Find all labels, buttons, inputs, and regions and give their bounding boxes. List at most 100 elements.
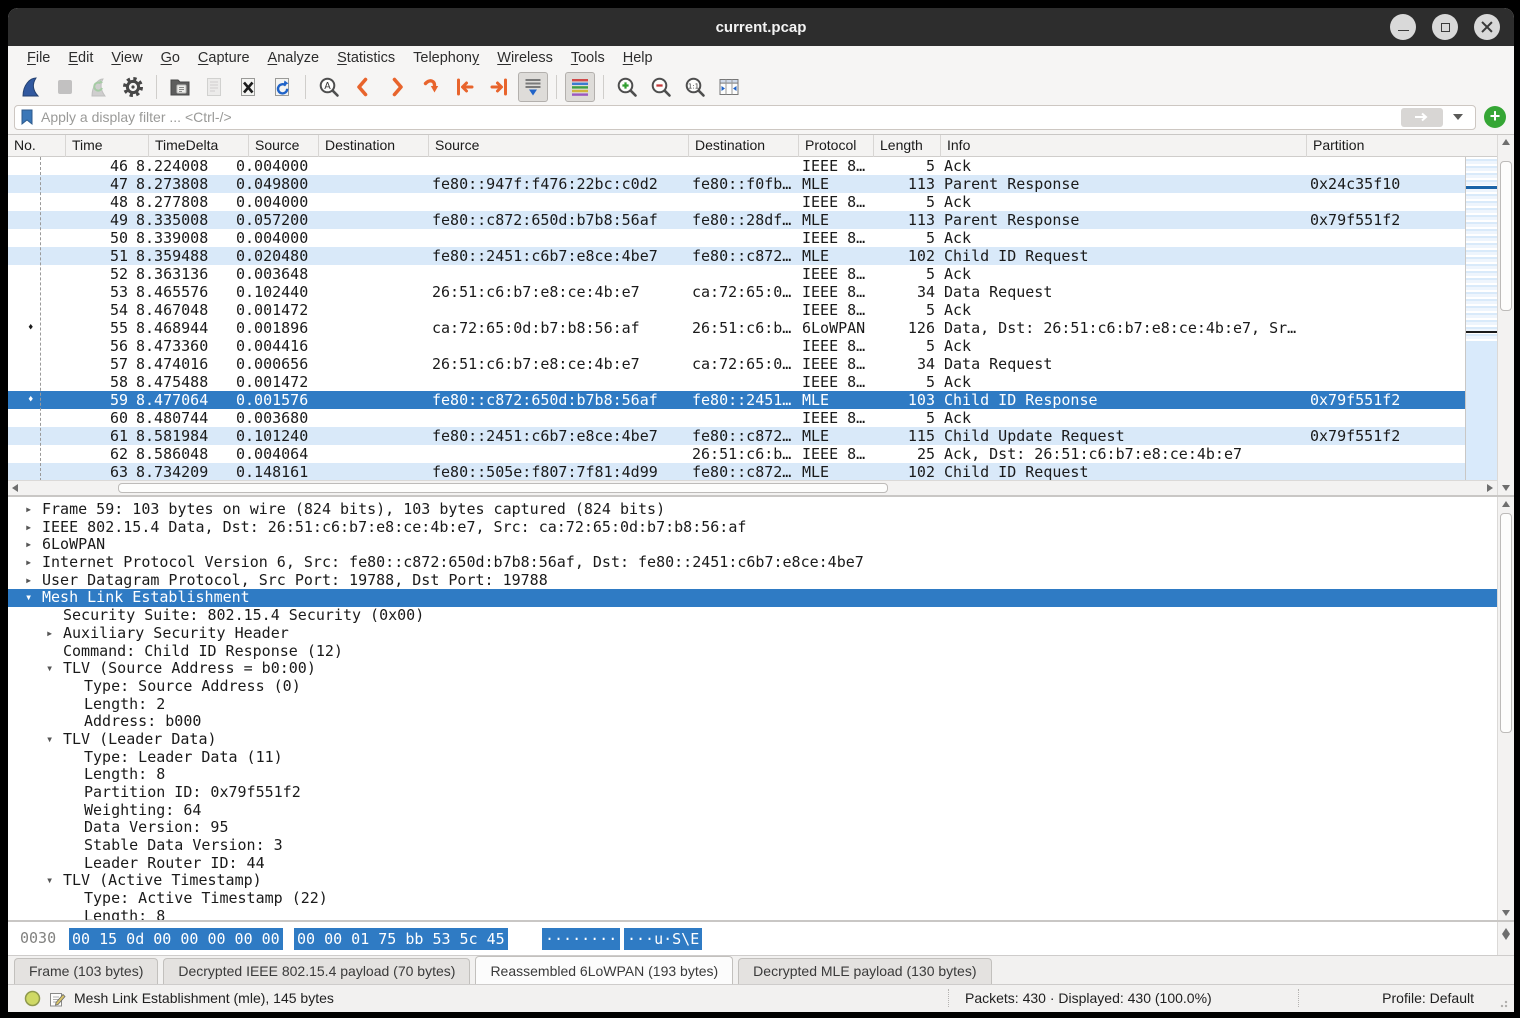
- capture-options-icon[interactable]: [118, 72, 148, 102]
- expert-info-icon[interactable]: [24, 990, 41, 1010]
- bookmark-icon[interactable]: [19, 108, 35, 126]
- packet-row[interactable]: 49 8.335008 0.057200 fe80::c872:650d:b7b…: [8, 211, 1514, 229]
- capture-stop-icon[interactable]: [50, 72, 80, 102]
- go-forward-icon[interactable]: [382, 72, 412, 102]
- packet-list-header[interactable]: No.TimeTimeDeltaSourceDestinationSourceD…: [8, 135, 1514, 157]
- column-header[interactable]: Info: [940, 135, 970, 157]
- resize-grip[interactable]: [1500, 998, 1510, 1008]
- packet-row[interactable]: 46 8.224008 0.004000 IEEE 8… 5 Ack: [8, 157, 1514, 175]
- profile-status[interactable]: Profile: Default: [1382, 990, 1474, 1006]
- scroll-thumb[interactable]: [1500, 161, 1512, 311]
- column-header[interactable]: Time: [65, 135, 103, 157]
- packet-row[interactable]: 47 8.273808 0.049800 fe80::947f:f476:22b…: [8, 175, 1514, 193]
- filter-dropdown-caret[interactable]: [1453, 114, 1463, 120]
- auto-scroll-icon[interactable]: [518, 72, 548, 102]
- scroll-up-arrow[interactable]: [1498, 497, 1514, 511]
- menu-item[interactable]: Wireless: [488, 49, 562, 67]
- scroll-down-arrow[interactable]: [1498, 481, 1514, 495]
- packet-row[interactable]: 63 8.734209 0.148161 fe80::505e:f807:7f8…: [8, 463, 1514, 481]
- expand-arrow-icon[interactable]: ▾: [46, 872, 53, 890]
- packet-row[interactable]: 54 8.467048 0.001472 IEEE 8… 5 Ack: [8, 301, 1514, 319]
- packet-detail-row[interactable]: Type: Source Address (0): [8, 678, 1497, 696]
- column-header[interactable]: Source: [428, 135, 479, 157]
- menu-item[interactable]: Analyze: [259, 49, 329, 67]
- scroll-down-arrow[interactable]: [1498, 906, 1514, 920]
- hex-bytes-selected[interactable]: 00 15 0d 00 00 00 00 00: [69, 928, 283, 950]
- packet-detail-row[interactable]: ▾ Mesh Link Establishment: [8, 589, 1497, 607]
- expand-arrow-icon[interactable]: ▾: [46, 660, 53, 678]
- packet-row[interactable]: 56 8.473360 0.004416 IEEE 8… 5 Ack: [8, 337, 1514, 355]
- column-header[interactable]: No.: [8, 135, 36, 157]
- packet-row[interactable]: 61 8.581984 0.101240 fe80::2451:c6b7:e8c…: [8, 427, 1514, 445]
- bytes-tab[interactable]: Decrypted IEEE 802.15.4 payload (70 byte…: [163, 958, 470, 984]
- expand-arrow-icon[interactable]: ▾: [46, 731, 53, 749]
- file-save-icon[interactable]: [199, 72, 229, 102]
- zoom-out-icon[interactable]: [646, 72, 676, 102]
- packet-detail-row[interactable]: Address: b000: [8, 713, 1497, 731]
- apply-filter-button[interactable]: [1401, 108, 1443, 127]
- expand-arrow-icon[interactable]: ▸: [25, 572, 32, 590]
- packet-row[interactable]: ♦ 55 8.468944 0.001896 ca:72:65:0d:b7:b8…: [8, 319, 1514, 337]
- packet-detail-row[interactable]: Security Suite: 802.15.4 Security (0x00): [8, 607, 1497, 625]
- close-button[interactable]: [1474, 14, 1500, 40]
- menu-item[interactable]: Tools: [562, 49, 614, 67]
- packet-row[interactable]: 53 8.465576 0.102440 26:51:c6:b7:e8:ce:4…: [8, 283, 1514, 301]
- packet-row[interactable]: 51 8.359488 0.020480 fe80::2451:c6b7:e8c…: [8, 247, 1514, 265]
- menu-item[interactable]: Help: [614, 49, 662, 67]
- packet-detail-row[interactable]: ▸ Internet Protocol Version 6, Src: fe80…: [8, 554, 1497, 572]
- go-back-icon[interactable]: [348, 72, 378, 102]
- expand-arrow-icon[interactable]: ▾: [25, 589, 32, 607]
- expand-arrow-icon[interactable]: ▸: [25, 501, 32, 519]
- packet-row[interactable]: 50 8.339008 0.004000 IEEE 8… 5 Ack: [8, 229, 1514, 247]
- scroll-left-arrow[interactable]: [8, 481, 22, 495]
- scroll-down-arrow[interactable]: [1498, 928, 1514, 942]
- bytes-tab[interactable]: Reassembled 6LoWPAN (193 bytes): [475, 956, 733, 984]
- packet-row[interactable]: 60 8.480744 0.003680 IEEE 8… 5 Ack: [8, 409, 1514, 427]
- resize-columns-icon[interactable]: [714, 72, 744, 102]
- title-bar[interactable]: current.pcap: [8, 8, 1514, 46]
- menu-item[interactable]: Statistics: [328, 49, 404, 67]
- column-header[interactable]: Protocol: [798, 135, 856, 157]
- packet-detail-row[interactable]: ▾ TLV (Source Address = b0:00): [8, 660, 1497, 678]
- packet-detail-row[interactable]: Type: Active Timestamp (22): [8, 890, 1497, 908]
- packet-detail-row[interactable]: Stable Data Version: 3: [8, 837, 1497, 855]
- packet-row[interactable]: 52 8.363136 0.003648 IEEE 8… 5 Ack: [8, 265, 1514, 283]
- zoom-original-icon[interactable]: 1:1: [680, 72, 710, 102]
- bytes-tab[interactable]: Frame (103 bytes): [14, 958, 158, 984]
- column-header[interactable]: Length: [873, 135, 923, 157]
- reload-icon[interactable]: [267, 72, 297, 102]
- packet-detail-row[interactable]: Data Version: 95: [8, 819, 1497, 837]
- capture-comment-icon[interactable]: [48, 990, 66, 1011]
- colorize-icon[interactable]: [565, 72, 595, 102]
- menu-item[interactable]: Telephony: [404, 49, 488, 67]
- go-first-icon[interactable]: [450, 72, 480, 102]
- packet-minimap[interactable]: [1465, 157, 1497, 481]
- column-header[interactable]: Source: [248, 135, 299, 157]
- packet-detail-row[interactable]: ▾ TLV (Active Timestamp): [8, 872, 1497, 890]
- capture-restart-icon[interactable]: [84, 72, 114, 102]
- packet-detail-row[interactable]: Length: 8: [8, 908, 1497, 920]
- go-to-packet-icon[interactable]: [416, 72, 446, 102]
- hex-vscrollbar[interactable]: [1497, 922, 1514, 955]
- packet-detail-row[interactable]: ▾ TLV (Leader Data): [8, 731, 1497, 749]
- menu-item[interactable]: Capture: [189, 49, 259, 67]
- expand-arrow-icon[interactable]: ▸: [46, 625, 53, 643]
- column-header[interactable]: Destination: [318, 135, 395, 157]
- menu-item[interactable]: File: [18, 49, 59, 67]
- scroll-up-arrow[interactable]: [1498, 135, 1514, 149]
- column-header[interactable]: Destination: [688, 135, 765, 157]
- packet-detail-row[interactable]: Leader Router ID: 44: [8, 855, 1497, 873]
- packet-detail-row[interactable]: ▸ Auxiliary Security Header: [8, 625, 1497, 643]
- packet-row[interactable]: 57 8.474016 0.000656 26:51:c6:b7:e8:ce:4…: [8, 355, 1514, 373]
- packet-row[interactable]: 58 8.475488 0.001472 IEEE 8… 5 Ack: [8, 373, 1514, 391]
- packet-bytes-pane[interactable]: 0030 00 15 0d 00 00 00 00 00 00 00 01 75…: [8, 920, 1514, 955]
- packet-detail-row[interactable]: ▸ User Datagram Protocol, Src Port: 1978…: [8, 572, 1497, 590]
- add-filter-button[interactable]: +: [1484, 106, 1506, 128]
- scroll-thumb[interactable]: [1500, 513, 1512, 733]
- packet-row[interactable]: ♦ 59 8.477064 0.001576 fe80::c872:650d:b…: [8, 391, 1514, 409]
- ascii-bytes-selected[interactable]: ········: [542, 928, 620, 950]
- expand-arrow-icon[interactable]: ▸: [25, 554, 32, 572]
- packet-row[interactable]: 48 8.277808 0.004000 IEEE 8… 5 Ack: [8, 193, 1514, 211]
- expand-arrow-icon[interactable]: ▸: [25, 536, 32, 554]
- packet-detail-row[interactable]: Length: 8: [8, 766, 1497, 784]
